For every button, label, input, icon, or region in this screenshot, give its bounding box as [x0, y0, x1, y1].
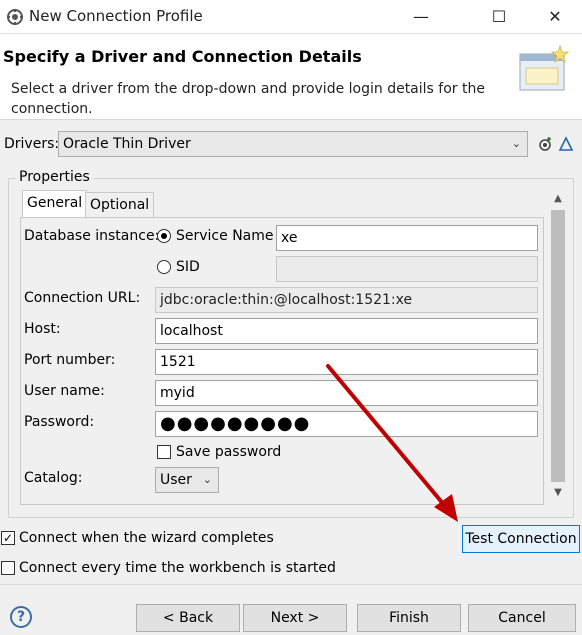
user-name-input[interactable]: myid — [155, 380, 538, 406]
save-password-checkbox[interactable] — [157, 445, 171, 459]
connect-every-time-label: Connect every time the workbench is star… — [19, 560, 336, 576]
password-label: Password: — [24, 414, 95, 430]
sid-radio[interactable] — [157, 260, 171, 274]
connection-url-input[interactable]: jdbc:oracle:thin:@localhost:1521:xe — [155, 287, 538, 313]
window-titlebar: New Connection Profile — ☐ ✕ — [0, 0, 582, 34]
chevron-down-icon: ⌄ — [511, 137, 521, 150]
page-title: Specify a Driver and Connection Details — [3, 47, 362, 66]
connection-url-label: Connection URL: — [24, 290, 141, 306]
drivers-selected-value: Oracle Thin Driver — [63, 136, 191, 152]
host-input[interactable]: localhost — [155, 318, 538, 344]
service-name-input[interactable]: xe — [276, 225, 538, 251]
port-number-input[interactable]: 1521 — [155, 349, 538, 375]
back-button[interactable]: < Back — [136, 604, 240, 632]
catalog-label: Catalog: — [24, 470, 83, 486]
service-name-label: Service Name — [176, 228, 274, 244]
service-name-radio[interactable] — [157, 229, 171, 243]
connect-every-time-checkbox[interactable] — [1, 561, 15, 575]
user-name-label: User name: — [24, 383, 105, 399]
port-number-label: Port number: — [24, 352, 116, 368]
edit-driver-icon[interactable] — [558, 136, 574, 152]
chevron-down-icon: ⌄ — [202, 473, 212, 486]
connect-when-complete-checkbox[interactable]: ✓ — [1, 531, 15, 545]
drivers-label: Drivers: — [4, 136, 60, 152]
drivers-select[interactable]: Oracle Thin Driver ⌄ — [58, 131, 528, 157]
catalog-select[interactable]: User ⌄ — [155, 467, 219, 493]
scroll-thumb[interactable] — [551, 210, 565, 482]
new-driver-icon[interactable] — [537, 136, 553, 152]
properties-scrollbar[interactable]: ▲ ▼ — [548, 190, 568, 502]
next-button[interactable]: Next > — [243, 604, 347, 632]
sid-label: SID — [176, 259, 200, 275]
cancel-button[interactable]: Cancel — [468, 604, 576, 632]
wizard-banner-icon — [519, 44, 570, 91]
host-label: Host: — [24, 321, 61, 337]
minimize-button[interactable]: — — [398, 0, 444, 34]
database-instance-label: Database instance: — [24, 228, 160, 244]
close-button[interactable]: ✕ — [532, 0, 578, 34]
password-input[interactable]: ●●●●●●●●● — [155, 411, 538, 437]
test-connection-button[interactable]: Test Connection — [462, 525, 580, 553]
catalog-selected-value: User — [160, 472, 192, 488]
eclipse-app-icon — [7, 9, 23, 25]
properties-group-label: Properties — [16, 169, 93, 185]
finish-button[interactable]: Finish — [357, 604, 461, 632]
footer-separator — [0, 584, 582, 585]
scroll-up-icon[interactable]: ▲ — [548, 190, 568, 208]
connect-when-complete-label: Connect when the wizard completes — [19, 530, 274, 546]
tab-optional[interactable]: Optional — [85, 192, 155, 218]
maximize-button[interactable]: ☐ — [476, 0, 522, 34]
window-title: New Connection Profile — [29, 7, 203, 25]
save-password-label: Save password — [176, 444, 282, 460]
wizard-header: Specify a Driver and Connection Details … — [0, 34, 582, 120]
page-description: Select a driver from the drop-down and p… — [11, 81, 485, 117]
sid-input[interactable] — [276, 256, 538, 282]
scroll-down-icon[interactable]: ▼ — [548, 484, 568, 502]
tab-general[interactable]: General — [22, 190, 88, 218]
help-icon[interactable]: ? — [10, 606, 32, 628]
